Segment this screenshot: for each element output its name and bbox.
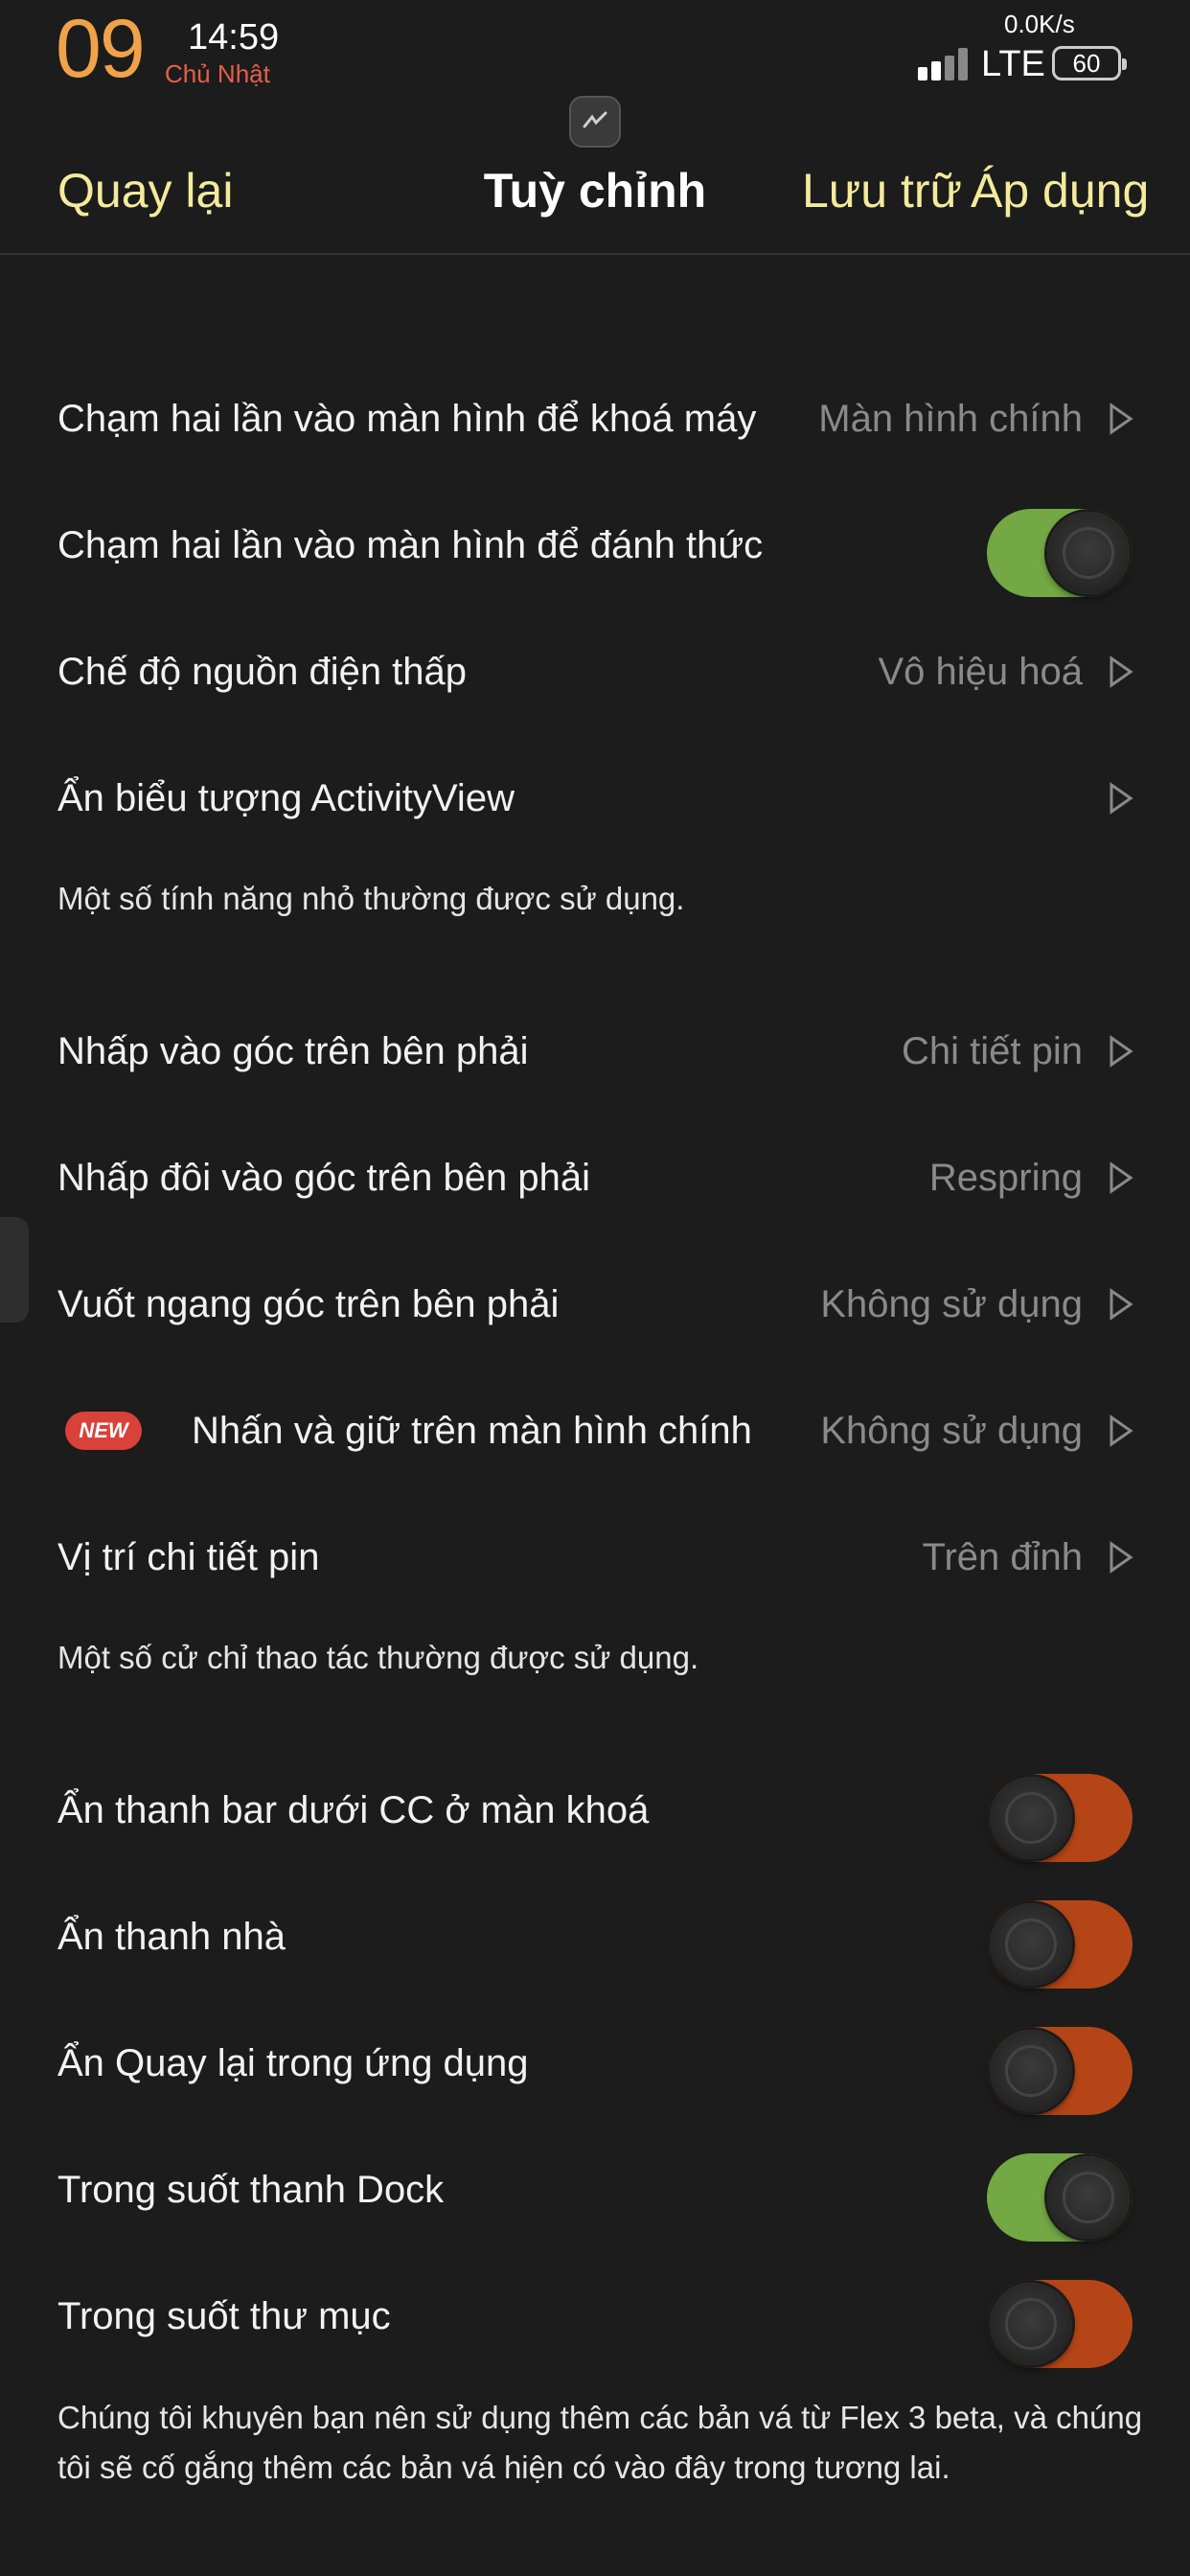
row-label: Nhấn và giữ trên màn hình chính [192, 1410, 752, 1452]
chevron-right-icon [1110, 402, 1133, 435]
chevron-right-icon [1110, 1162, 1133, 1194]
row-double-tap-top-right[interactable]: Nhấp đôi vào góc trên bên phải Respring [0, 1115, 1190, 1241]
row-double-tap-lock[interactable]: Chạm hai lần vào màn hình để khoá máy Mà… [0, 356, 1190, 482]
row-label: Chạm hai lần vào màn hình để khoá máy [57, 398, 757, 440]
chevron-right-icon [1110, 1035, 1133, 1068]
section-note-line2: tôi sẽ cố gắng thêm các bản vá hiện có v… [57, 2450, 950, 2485]
row-transparent-folder[interactable]: Trong suốt thư mục [0, 2253, 1190, 2380]
net-speed: 0.0K/s [1004, 10, 1075, 38]
row-hide-activityview[interactable]: Ẩn biểu tượng ActivityView [0, 735, 1190, 862]
row-value: Không sử dụng [820, 1410, 1083, 1452]
row-label: Chạm hai lần vào màn hình để đánh thức [57, 524, 764, 566]
toggle-switch[interactable] [987, 2153, 1133, 2242]
row-label: Nhấp vào góc trên bên phải [57, 1030, 529, 1072]
row-label: Trong suốt thư mục [57, 2295, 391, 2337]
toggle-knob [990, 2283, 1072, 2365]
chevron-right-icon [1110, 1288, 1133, 1321]
row-transparent-dock[interactable]: Trong suốt thanh Dock [0, 2127, 1190, 2253]
toggle-knob [1047, 2156, 1130, 2239]
toggle-knob [990, 1777, 1072, 1859]
row-value: Vô hiệu hoá [878, 651, 1083, 693]
toggle-switch[interactable] [987, 509, 1133, 597]
row-long-press-home[interactable]: NEW Nhấn và giữ trên màn hình chính Khôn… [0, 1368, 1190, 1494]
status-weekday: Chủ Nhật [165, 59, 270, 88]
row-hide-cc-bar[interactable]: Ẩn thanh bar dưới CC ở màn khoá [0, 1747, 1190, 1874]
toggle-switch[interactable] [987, 2027, 1133, 2115]
status-time: 14:59 [188, 17, 280, 58]
row-label: Ẩn thanh bar dưới CC ở màn khoá [57, 1789, 650, 1831]
status-bar: 09 14:59 Chủ Nhật 0.0K/s LTE 60 [0, 0, 1190, 105]
app-switch-icon[interactable] [569, 96, 621, 148]
row-label: Chế độ nguồn điện thấp [57, 651, 468, 693]
new-badge: NEW [65, 1412, 142, 1450]
row-label: Nhấp đôi vào góc trên bên phải [57, 1157, 590, 1199]
toggle-knob [1047, 512, 1130, 594]
signal-icon [918, 48, 972, 80]
row-label: Ẩn Quay lại trong ứng dụng [57, 2042, 529, 2084]
toggle-knob [990, 1903, 1072, 1986]
row-battery-detail-position[interactable]: Vị trí chi tiết pin Trên đỉnh [0, 1494, 1190, 1621]
row-label: Vị trí chi tiết pin [57, 1536, 320, 1578]
row-label: Trong suốt thanh Dock [57, 2169, 445, 2211]
nav-bar: Quay lại Tuỳ chỉnh Lưu trữ Áp dụng [0, 153, 1190, 255]
row-hide-home-bar[interactable]: Ẩn thanh nhà [0, 1874, 1190, 2000]
section-note: Một số tính năng nhỏ thường được sử dụng… [57, 881, 685, 916]
row-value: Trên đỉnh [922, 1536, 1084, 1578]
save-button[interactable]: Lưu trữ [802, 163, 962, 218]
row-value: Chi tiết pin [902, 1030, 1083, 1072]
chevron-right-icon [1110, 1541, 1133, 1574]
chevron-right-icon [1110, 782, 1133, 815]
network-type: LTE [981, 44, 1045, 84]
battery-level: 60 [1072, 48, 1101, 78]
row-value: Màn hình chính [818, 398, 1083, 440]
section-note: Một số cử chỉ thao tác thường được sử dụ… [57, 1640, 699, 1675]
row-value: Không sử dụng [820, 1283, 1083, 1325]
toggle-knob [990, 2030, 1072, 2112]
row-value: Respring [928, 1157, 1083, 1199]
status-day: 09 [56, 3, 146, 95]
toggle-switch[interactable] [987, 1900, 1133, 1989]
apply-button[interactable]: Áp dụng [971, 163, 1149, 218]
row-label: Ẩn biểu tượng ActivityView [57, 777, 515, 819]
row-label: Ẩn thanh nhà [57, 1916, 286, 1958]
chevron-right-icon [1110, 656, 1133, 688]
row-low-power-mode[interactable]: Chế độ nguồn điện thấp Vô hiệu hoá [0, 609, 1190, 735]
toggle-switch[interactable] [987, 1774, 1133, 1862]
battery-icon: 60 [1052, 46, 1127, 80]
chevron-right-icon [1110, 1414, 1133, 1447]
row-double-tap-wake[interactable]: Chạm hai lần vào màn hình để đánh thức [0, 482, 1190, 609]
row-label: Vuốt ngang góc trên bên phải [57, 1283, 560, 1325]
row-swipe-top-right[interactable]: Vuốt ngang góc trên bên phải Không sử dụ… [0, 1241, 1190, 1368]
section-note-line1: Chúng tôi khuyên bạn nên sử dụng thêm cá… [57, 2400, 1143, 2435]
row-tap-top-right[interactable]: Nhấp vào góc trên bên phải Chi tiết pin [0, 988, 1190, 1115]
toggle-switch[interactable] [987, 2280, 1133, 2368]
row-hide-back-in-app[interactable]: Ẩn Quay lại trong ứng dụng [0, 2000, 1190, 2127]
